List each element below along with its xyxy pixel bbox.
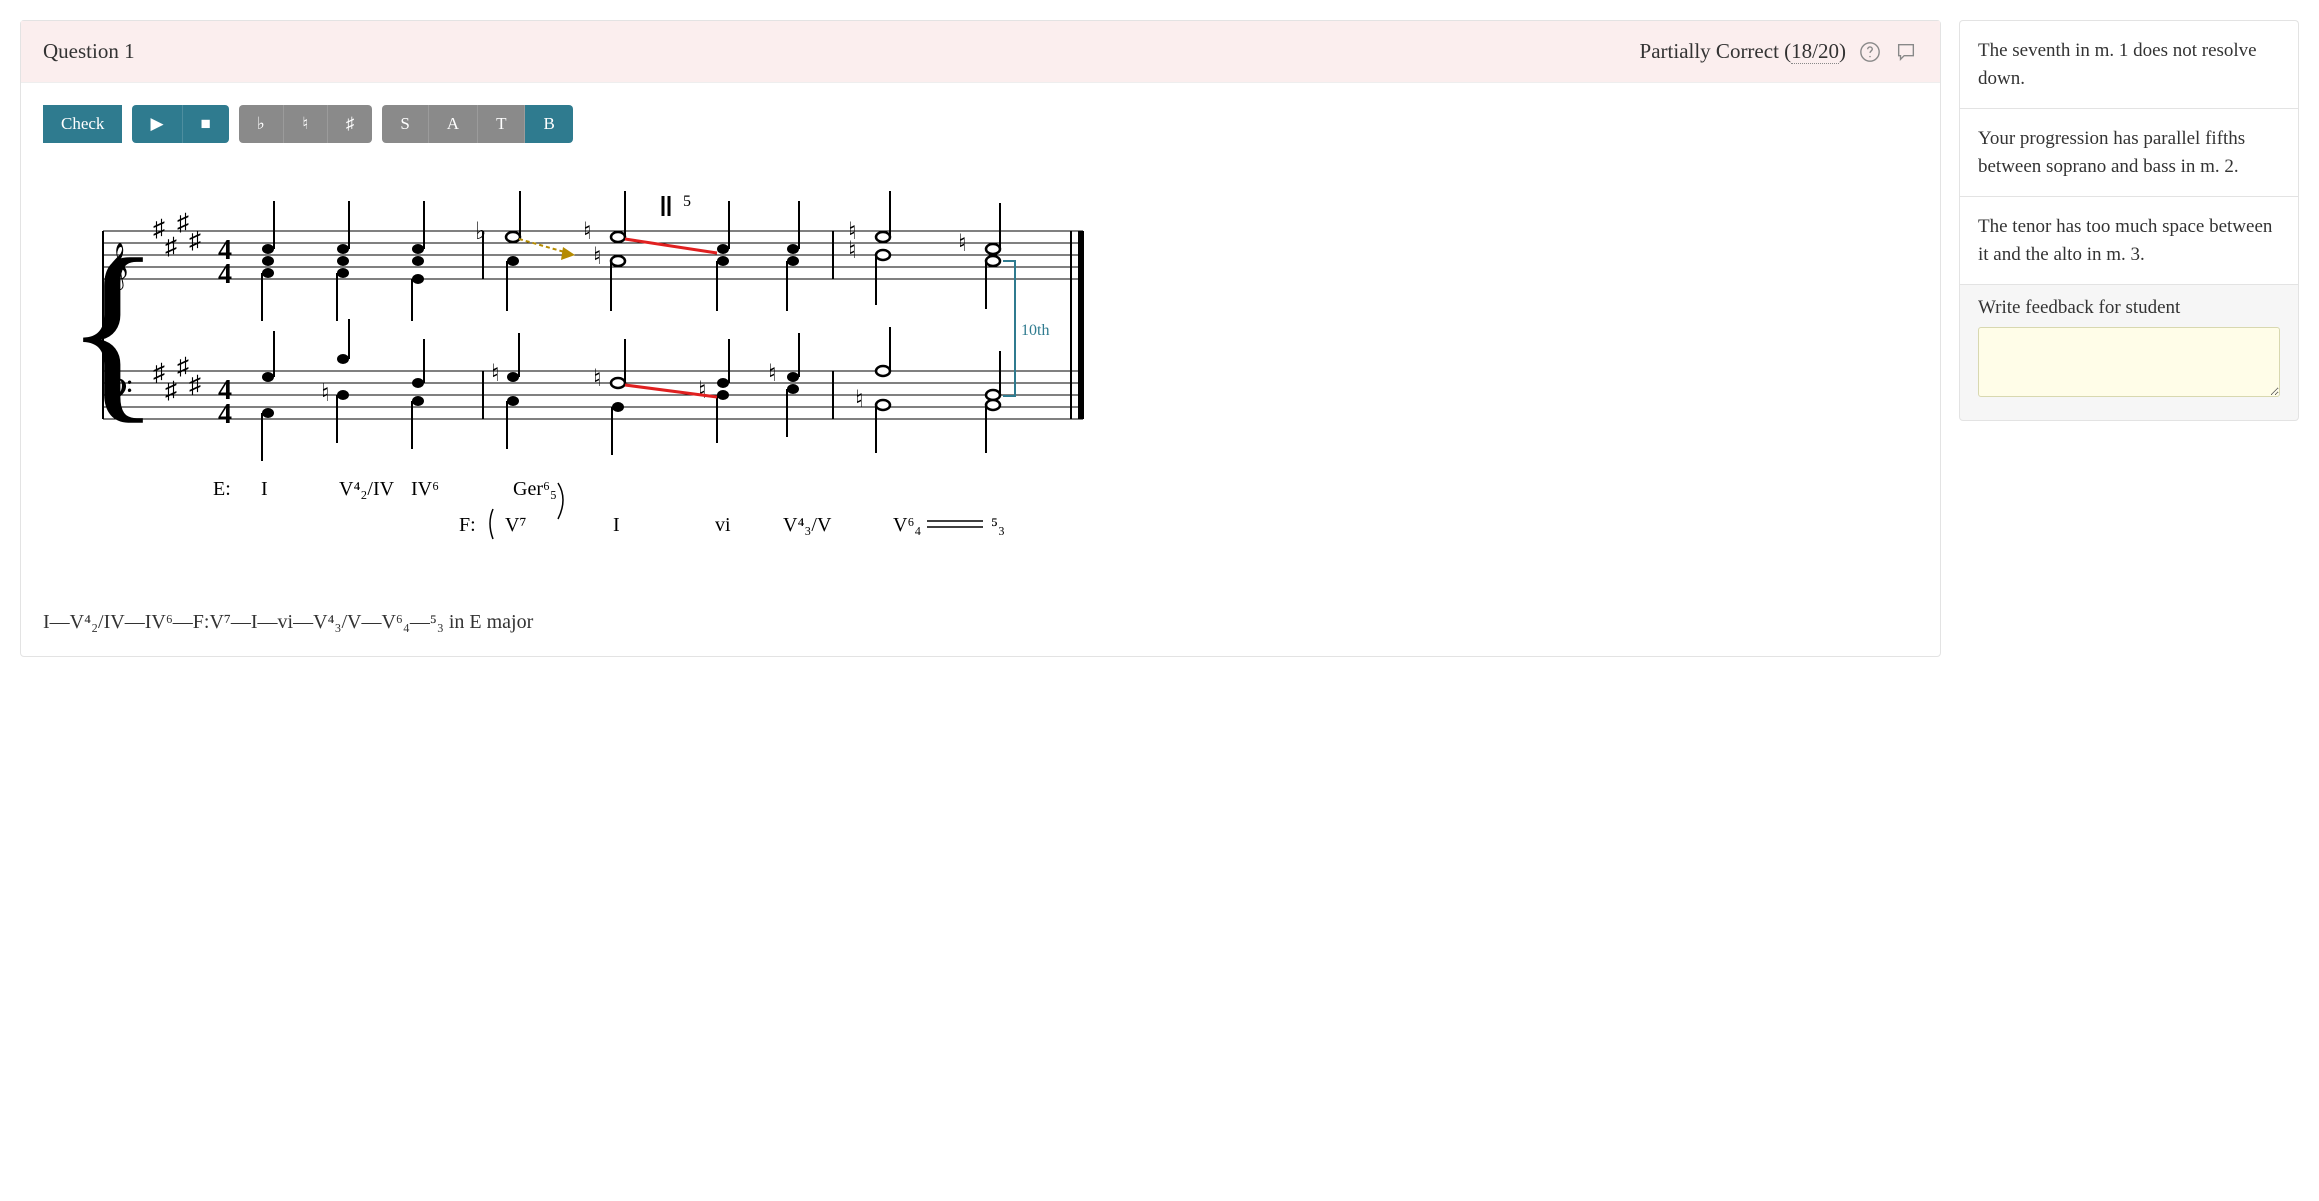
svg-text:V⁶₄: V⁶₄ [893,514,921,536]
svg-text:4: 4 [218,259,232,290]
feedback-item: The tenor has too much space between it … [1959,196,2299,284]
svg-text:I: I [613,514,620,536]
svg-text:𝄞: 𝄞 [105,243,129,291]
svg-text:♮: ♮ [593,366,602,392]
svg-text:♮: ♮ [593,244,602,270]
natural-icon: ♮ [302,114,308,134]
playback-group: ▶ ■ [132,105,228,143]
svg-text:♯: ♯ [177,210,189,236]
play-icon: ▶ [150,114,163,134]
voice-s-button[interactable]: S [382,105,428,143]
svg-text:♮: ♮ [491,361,500,387]
svg-text:♯: ♯ [165,378,177,404]
svg-text:♮: ♮ [321,381,330,407]
svg-text:Ger⁶₅: Ger⁶₅ [513,478,557,500]
svg-text:♮: ♮ [768,361,777,387]
svg-text:⁵₃: ⁵₃ [991,514,1005,536]
sharp-button[interactable]: ♯ [328,105,373,143]
stop-button[interactable]: ■ [183,105,229,143]
feedback-textarea[interactable] [1978,327,2280,397]
svg-text:♮: ♮ [698,378,707,404]
flat-button[interactable]: ♭ [239,105,284,143]
svg-text:V⁷: V⁷ [505,514,526,536]
accidental-group: ♭ ♮ ♯ [239,105,373,143]
svg-text:♯: ♯ [177,354,189,380]
svg-text:♯: ♯ [153,360,165,386]
svg-text:V⁴₂/IV: V⁴₂/IV [339,478,395,500]
voice-b-button[interactable]: B [525,105,572,143]
voice-group: S A T B [382,105,572,143]
svg-text:♯: ♯ [165,234,177,260]
help-icon[interactable] [1858,40,1882,64]
interval-label: 10th [1021,322,1049,339]
svg-text:𝄢: 𝄢 [107,373,133,418]
progression-text: I—V⁴₂/IV—IV⁶—F:V⁷—I—vi—V⁴₃/V—V⁶₄—⁵₃ in E… [43,611,1093,634]
svg-text:♮: ♮ [848,238,857,264]
natural-button[interactable]: ♮ [284,105,328,143]
svg-text:♮: ♮ [855,387,864,413]
svg-text:♮: ♮ [583,219,592,245]
music-score[interactable]: { [43,161,1093,634]
svg-text:♯: ♯ [189,372,201,398]
svg-text:4: 4 [218,399,232,430]
feedback-item: The seventh in m. 1 does not resolve dow… [1959,20,2299,108]
question-title: Question 1 [43,39,135,64]
voice-t-button[interactable]: T [478,105,525,143]
feedback-panel: The seventh in m. 1 does not resolve dow… [1959,20,2299,421]
stop-icon: ■ [201,114,211,134]
question-card: Question 1 Partially Correct (18/20) [20,20,1941,657]
comment-icon[interactable] [1894,40,1918,64]
feedback-input-section: Write feedback for student [1959,284,2299,421]
svg-text:♯: ♯ [189,228,201,254]
question-header: Question 1 Partially Correct (18/20) [21,21,1940,83]
svg-text:♭: ♭ [475,219,486,245]
svg-text:F:: F: [459,514,476,536]
check-button[interactable]: Check [43,105,122,143]
svg-text:♯: ♯ [153,216,165,242]
measure-number: 5 [683,193,691,210]
feedback-item: Your progression has parallel fifths bet… [1959,108,2299,196]
svg-text:V⁴₃/V: V⁴₃/V [783,514,832,536]
svg-text:IV⁶: IV⁶ [411,478,439,500]
svg-text:E:: E: [213,478,231,500]
score[interactable]: 18/20 [1791,39,1839,64]
play-button[interactable]: ▶ [132,105,182,143]
voice-a-button[interactable]: A [429,105,478,143]
feedback-input-label: Write feedback for student [1978,297,2280,319]
sharp-icon: ♯ [346,114,355,134]
svg-text:♮: ♮ [958,231,967,257]
result-status: Partially Correct (18/20) [1640,39,1846,64]
toolbar: Check ▶ ■ ♭ ♮ ♯ S A T B [43,105,1918,143]
svg-text:I: I [261,478,268,500]
flat-icon: ♭ [257,114,265,134]
svg-text:vi: vi [715,514,731,536]
